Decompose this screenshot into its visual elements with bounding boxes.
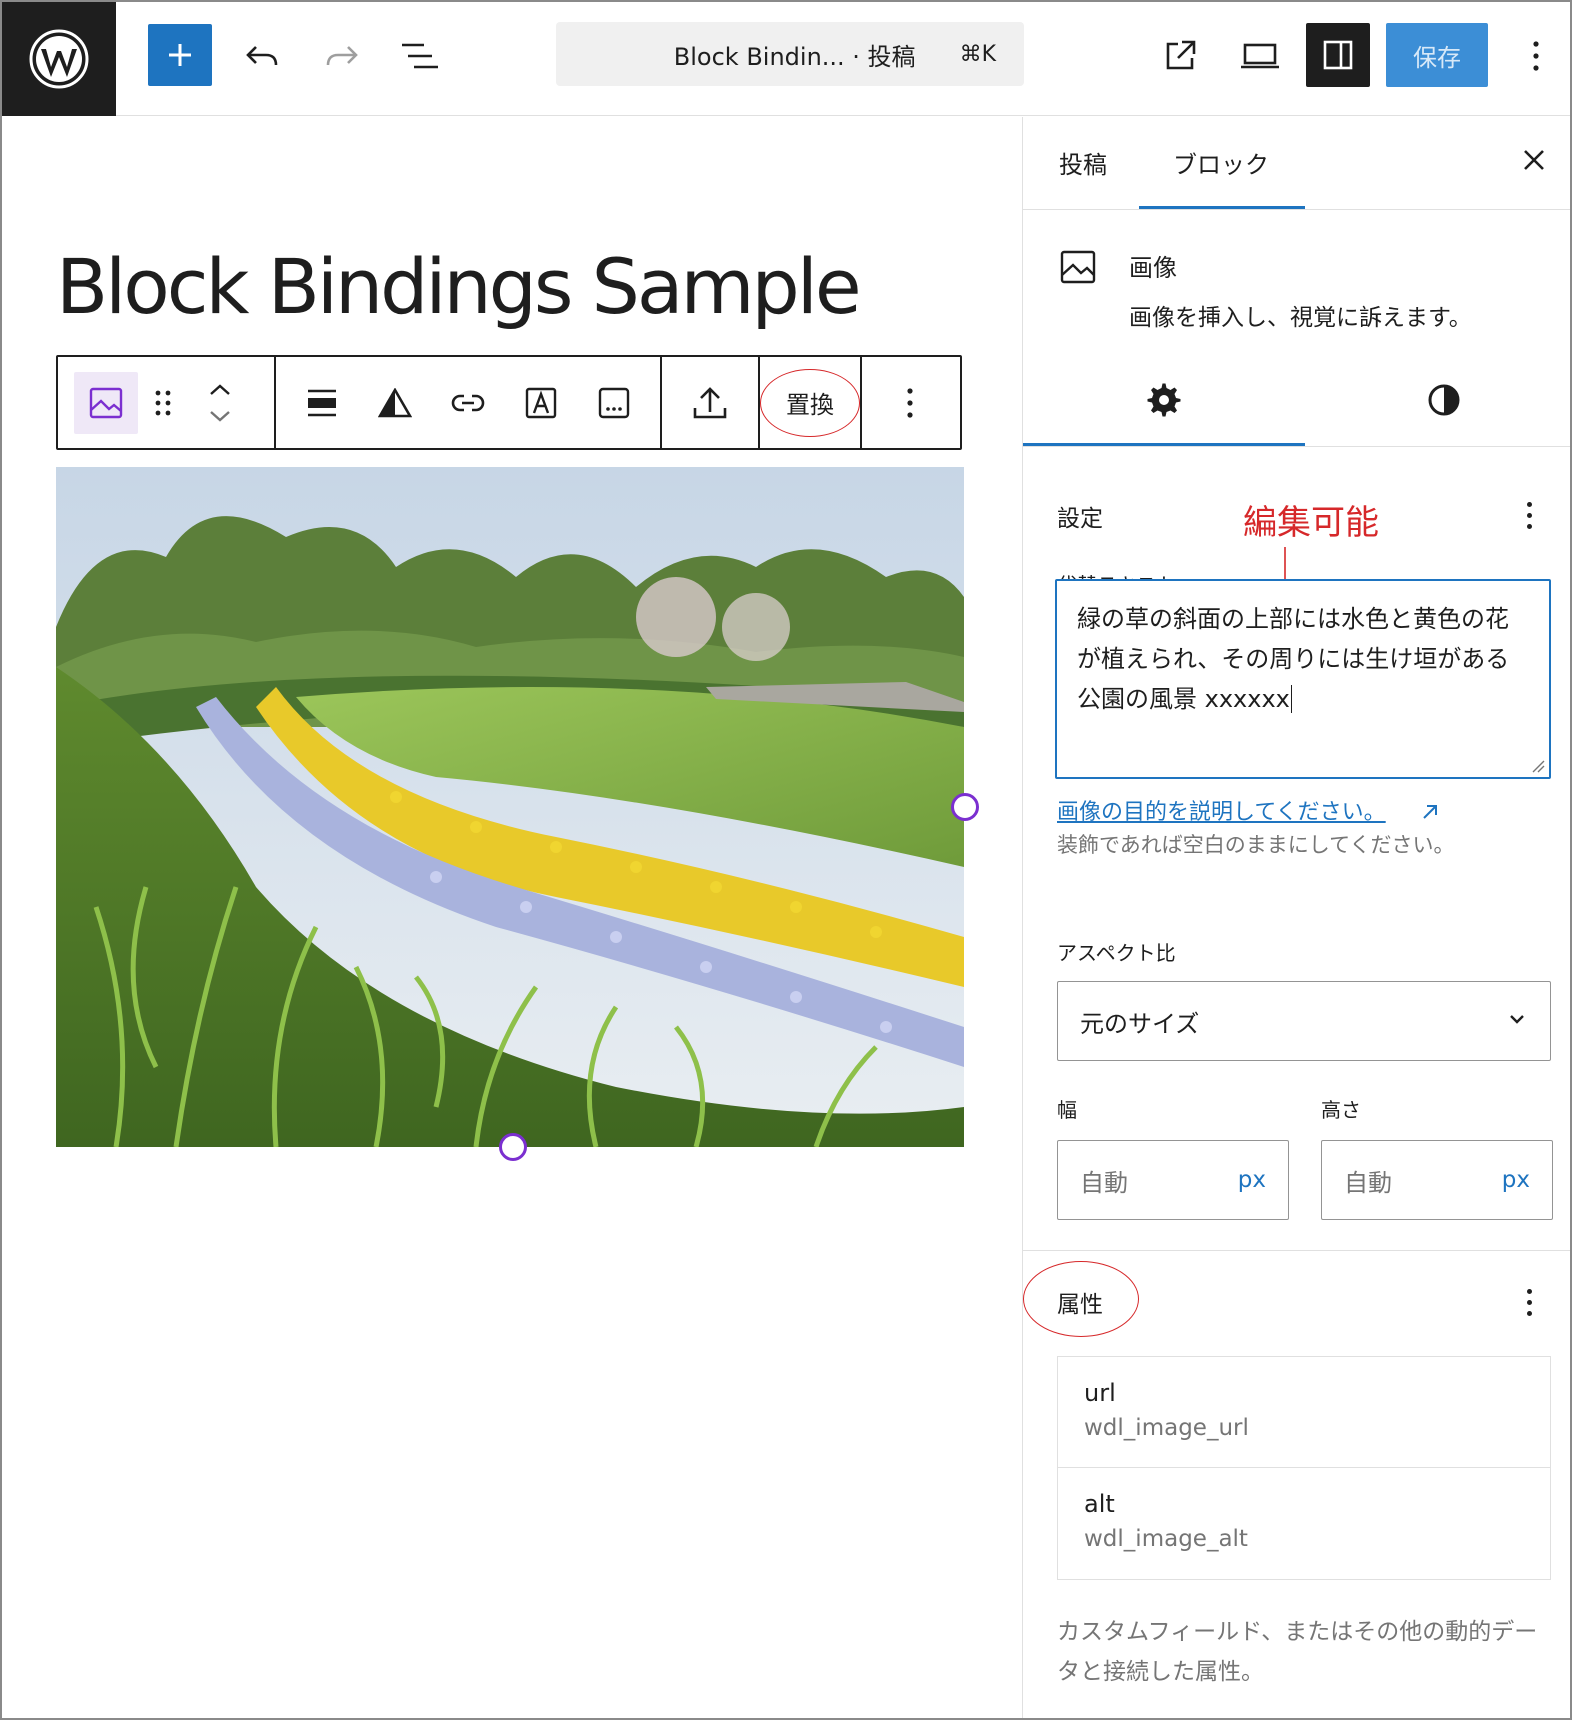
undo-button[interactable]	[238, 32, 286, 80]
image-illustration	[56, 467, 964, 1147]
duotone-button[interactable]	[359, 357, 431, 448]
annotation-editable: 編集可能	[1243, 503, 1379, 543]
aspect-ratio-value: 元のサイズ	[1080, 1009, 1200, 1038]
upload-icon	[693, 386, 727, 418]
add-block-button[interactable]	[148, 24, 212, 86]
wordpress-logo-button[interactable]	[2, 2, 116, 116]
view-post-button[interactable]	[1156, 32, 1204, 80]
document-title: Block Bindin... · 投稿	[673, 42, 916, 71]
attribute-source: wdl_image_alt	[1084, 1526, 1248, 1552]
drag-handle-icon	[155, 390, 171, 415]
width-input[interactable]: 自動 px	[1057, 1140, 1289, 1220]
link-icon	[451, 394, 485, 411]
toolbar-group-block	[276, 357, 662, 448]
editor-canvas: Block Bindings Sample 置換	[2, 117, 1022, 1718]
redo-button[interactable]	[318, 32, 366, 80]
aspect-ratio-label: アスペクト比	[1057, 941, 1176, 965]
attribute-key: url	[1084, 1379, 1116, 1407]
chevron-down-icon[interactable]	[207, 408, 233, 424]
chevron-up-icon[interactable]	[207, 382, 233, 398]
block-options-button[interactable]	[874, 357, 946, 448]
preview-button[interactable]	[1234, 32, 1286, 80]
annotation-oval-replace	[760, 369, 860, 437]
plus-icon	[169, 44, 191, 66]
align-icon	[308, 389, 337, 416]
text-overlay-button[interactable]	[505, 357, 577, 448]
options-button[interactable]	[1520, 32, 1552, 80]
replace-button[interactable]: 置換	[760, 357, 860, 448]
settings-sidebar-toggle[interactable]	[1306, 23, 1370, 87]
settings-panel: 設定 編集可能 代替テキスト 緑の草の斜面の上部には水色と黄色の花が植えられ、そ…	[1023, 117, 1570, 1718]
attribute-source: wdl_image_url	[1084, 1415, 1249, 1441]
park-flower-image[interactable]	[56, 467, 964, 1147]
list-view-button[interactable]	[396, 32, 444, 80]
external-link-icon	[1166, 40, 1196, 70]
caption-icon	[598, 387, 629, 418]
attribute-list: url wdl_image_url alt wdl_image_alt	[1057, 1356, 1551, 1580]
settings-options-button[interactable]	[1527, 502, 1533, 535]
height-unit[interactable]: px	[1502, 1167, 1530, 1193]
toolbar-group-upload	[662, 357, 760, 448]
drag-handle[interactable]	[138, 357, 188, 448]
editor-header: Block Bindin... · 投稿 ⌘K 保存	[2, 2, 1570, 116]
editor-window: Block Bindin... · 投稿 ⌘K 保存 Block Binding…	[0, 0, 1572, 1720]
toolbar-group-more	[862, 357, 958, 448]
desktop-preview-icon	[1241, 43, 1279, 69]
block-toolbar: 置換	[56, 355, 962, 450]
sidebar-icon	[1323, 40, 1353, 70]
alt-text-help-link-label: 画像の目的を説明してください。	[1057, 800, 1386, 825]
alt-text-help-link[interactable]: 画像の目的を説明してください。	[1057, 794, 1386, 826]
chevron-down-icon	[1510, 1015, 1524, 1024]
redo-icon	[326, 46, 358, 66]
block-type-button[interactable]	[74, 371, 138, 434]
height-placeholder: 自動	[1344, 1168, 1392, 1197]
aspect-ratio-select[interactable]: 元のサイズ	[1057, 981, 1551, 1061]
width-unit[interactable]: px	[1238, 1167, 1266, 1193]
height-input[interactable]: 自動 px	[1321, 1140, 1553, 1220]
command-palette-bar[interactable]: Block Bindin... · 投稿 ⌘K	[556, 22, 1024, 86]
command-shortcut: ⌘K	[959, 41, 996, 67]
link-button[interactable]	[432, 357, 504, 448]
attribute-item-url[interactable]: url wdl_image_url	[1058, 1357, 1550, 1467]
caption-button[interactable]	[578, 357, 650, 448]
width-label: 幅	[1057, 1098, 1077, 1122]
resize-handle-right[interactable]	[951, 793, 979, 821]
post-title[interactable]: Block Bindings Sample	[56, 242, 862, 331]
attribute-key: alt	[1084, 1490, 1115, 1518]
undo-icon	[246, 46, 278, 66]
save-button[interactable]: 保存	[1386, 23, 1488, 87]
wordpress-logo-icon	[29, 29, 89, 89]
text-overlay-icon	[525, 387, 556, 418]
toolbar-group-replace: 置換	[760, 357, 862, 448]
align-button[interactable]	[286, 357, 358, 448]
alt-text-input[interactable]: 緑の草の斜面の上部には水色と黄色の花が植えられ、その周りには生け垣がある公園の風…	[1055, 579, 1551, 779]
upload-button[interactable]	[674, 357, 746, 448]
resize-grip-icon[interactable]	[1531, 759, 1545, 773]
toolbar-group-parent	[58, 357, 276, 448]
arrow-up-right-icon	[1423, 805, 1437, 819]
height-label: 高さ	[1321, 1098, 1361, 1122]
list-view-icon	[402, 43, 438, 69]
resize-handle-bottom[interactable]	[499, 1133, 527, 1161]
alt-text-help-text: 装飾であれば空白のままにしてください。	[1057, 833, 1455, 857]
settings-sidebar: 投稿 ブロック 画像 画像を挿入し、視覚に訴えます。 設定 編集可能 緑の草の斜…	[1022, 117, 1570, 1718]
alt-text-value: 緑の草の斜面の上部には水色と黄色の花が植えられ、その周りには生け垣がある公園の風…	[1077, 605, 1510, 713]
duotone-icon	[378, 387, 413, 417]
attribute-item-alt[interactable]: alt wdl_image_alt	[1058, 1467, 1550, 1577]
attributes-options-button[interactable]	[1527, 1289, 1533, 1322]
more-vertical-icon	[1533, 41, 1539, 71]
width-placeholder: 自動	[1080, 1168, 1128, 1197]
annotation-oval-attributes	[1023, 1261, 1139, 1337]
settings-panel-title[interactable]: 設定	[1057, 499, 1103, 533]
image-icon	[89, 387, 123, 418]
more-vertical-icon	[907, 387, 913, 418]
panel-divider	[1023, 1250, 1570, 1251]
move-buttons[interactable]	[188, 357, 252, 448]
attributes-help-text: カスタムフィールド、またはその他の動的データと接続した属性。	[1057, 1619, 1538, 1685]
